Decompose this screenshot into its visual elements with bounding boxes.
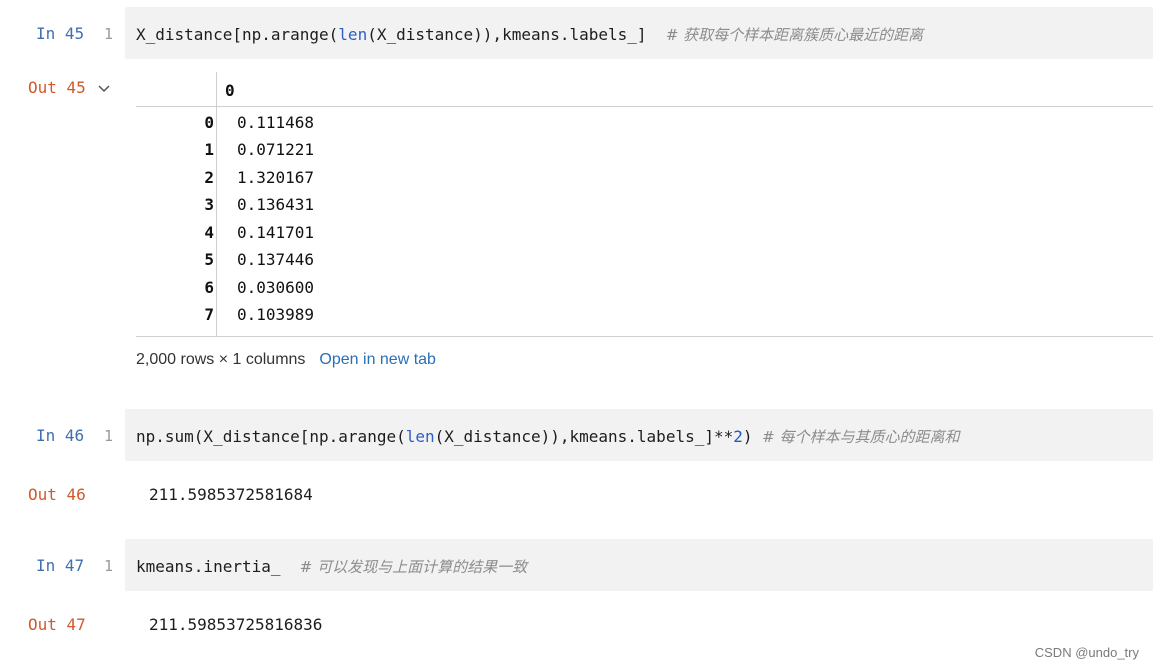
cell-value: 0.141701 (237, 223, 315, 242)
code-line-46[interactable]: np.sum(X_distance[np.arange(len(X_distan… (136, 426, 960, 447)
chevron-down-icon[interactable] (97, 84, 111, 94)
dataframe-table: 0 0 0.111468 1 0.071221 2 1.320167 3 0.1… (136, 72, 1153, 337)
row-index: 6 (204, 278, 214, 297)
in-prompt-46: In 46 (36, 426, 85, 445)
code-line-45[interactable]: X_distance[np.arange(len(X_distance)),km… (136, 24, 923, 45)
code-comment: # 获取每个样本距离簇质心最近的距离 (665, 26, 924, 44)
in-prompt-45: In 45 (36, 24, 85, 43)
row-index: 7 (204, 305, 214, 324)
table-row: 3 0.136431 (136, 195, 536, 219)
table-bottom-border (136, 336, 1153, 337)
column-header[interactable]: 0 (225, 81, 235, 100)
output-value-47: 211.59853725816836 (149, 615, 323, 634)
table-row: 4 0.141701 (136, 223, 536, 247)
cell-value: 0.071221 (237, 140, 315, 159)
code-text: (X_distance)),kmeans.labels_]** (434, 427, 734, 446)
line-number: 1 (104, 427, 114, 445)
table-row: 6 0.030600 (136, 278, 536, 302)
cell-value: 0.136431 (237, 195, 315, 214)
code-line-47[interactable]: kmeans.inertia_ # 可以发现与上面计算的结果一致 (136, 556, 527, 577)
code-comment: # 可以发现与上面计算的结果一致 (299, 558, 528, 576)
code-text: (X_distance)),kmeans.labels_] (367, 25, 666, 44)
in-prompt-47: In 47 (36, 556, 85, 575)
code-text: np.sum(X_distance[np.arange( (136, 427, 406, 446)
cell-value: 0.030600 (237, 278, 315, 297)
shape-text: 2,000 rows × 1 columns (136, 351, 306, 368)
line-number: 1 (104, 25, 114, 43)
cell-value: 1.320167 (237, 168, 315, 187)
watermark: CSDN @undo_try (1034, 645, 1139, 660)
table-row: 2 1.320167 (136, 168, 536, 192)
code-text: X_distance[np.arange( (136, 25, 339, 44)
out-prompt-46: Out 46 (28, 485, 86, 504)
code-builtin: len (338, 25, 368, 44)
out-prompt-47: Out 47 (28, 615, 86, 634)
out-prompt-45: Out 45 (28, 78, 86, 97)
row-index: 5 (204, 250, 214, 269)
code-builtin: len (405, 427, 435, 446)
row-index: 1 (204, 140, 214, 159)
open-in-new-tab-link[interactable]: Open in new tab (319, 351, 436, 368)
table-row: 5 0.137446 (136, 250, 536, 274)
row-index: 4 (204, 223, 214, 242)
cell-value: 0.111468 (237, 113, 315, 132)
cell-value: 0.137446 (237, 250, 315, 269)
dataframe-shape-info: 2,000 rows × 1 columns Open in new tab (136, 351, 436, 369)
table-row: 7 0.103989 (136, 305, 536, 329)
table-row: 1 0.071221 (136, 140, 536, 164)
code-comment: # 每个样本与其质心的距离和 (762, 428, 960, 446)
output-value-46: 211.5985372581684 (149, 485, 313, 504)
table-row: 0 0.111468 (136, 113, 536, 137)
cell-value: 0.103989 (237, 305, 315, 324)
row-index: 2 (204, 168, 214, 187)
row-index: 0 (204, 113, 214, 132)
header-divider (136, 106, 1153, 107)
code-text: kmeans.inertia_ (136, 557, 300, 576)
code-text: ) (742, 427, 763, 446)
row-index: 3 (204, 195, 214, 214)
code-number: 2 (733, 427, 743, 446)
line-number: 1 (104, 557, 114, 575)
